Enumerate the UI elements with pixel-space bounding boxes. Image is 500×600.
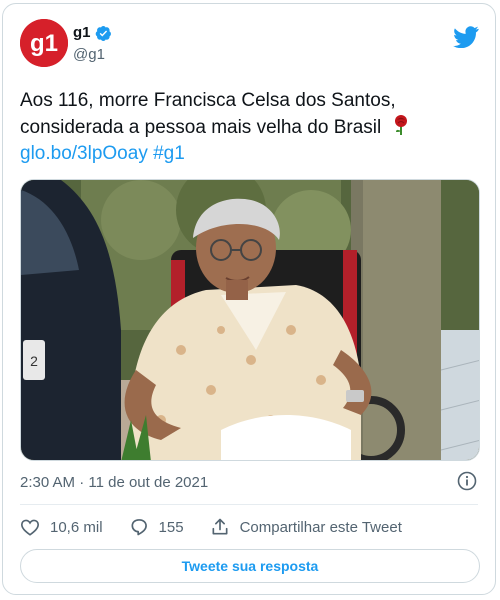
tweet-timestamp[interactable]: 2:30 AM · 11 de out de 2021 [20, 474, 208, 491]
reply-tweet-button[interactable]: Tweete sua resposta [20, 549, 480, 583]
verified-badge-icon [95, 25, 111, 41]
share-button[interactable]: Compartilhar este Tweet [210, 517, 402, 537]
photo-elderly-woman-in-wheelchair: 2 [21, 180, 479, 460]
tweet-text: Aos 116, morre Francisca Celsa dos Santo… [20, 88, 460, 167]
tweet-actions: 10,6 mil 155 Compartilhar este Tweet [20, 514, 428, 540]
author-handle[interactable]: @g1 [73, 46, 105, 63]
tweet-hashtag[interactable]: #g1 [153, 143, 185, 164]
tweet-text-line-2: considerada a pessoa mais velha do Brasi… [20, 117, 382, 138]
share-icon [212, 518, 228, 535]
g1-logo-icon: g1 [20, 19, 68, 67]
reply-action-button[interactable]: 155 [129, 517, 184, 537]
author-name-row[interactable]: g1 [73, 24, 112, 42]
divider [20, 504, 478, 505]
avatar[interactable]: g1 [20, 19, 68, 67]
like-button[interactable]: 10,6 mil [20, 518, 103, 536]
reply-bubble-icon [131, 519, 147, 536]
svg-text:2: 2 [30, 353, 38, 369]
tweet-link[interactable]: glo.bo/3lpOoay [20, 143, 148, 164]
heart-icon [20, 519, 40, 536]
rose-icon [394, 115, 407, 135]
like-count: 10,6 mil [50, 518, 103, 536]
share-label: Compartilhar este Tweet [239, 518, 402, 536]
twitter-bird-icon[interactable] [453, 26, 479, 48]
svg-text:g1: g1 [30, 30, 58, 57]
tweet-card[interactable]: g1 g1 @g1 Aos 116, morre Francisca Celsa… [2, 3, 496, 595]
reply-count: 155 [158, 518, 184, 536]
tweet-photo[interactable]: 2 [20, 179, 480, 461]
author-display-name[interactable]: g1 [73, 24, 91, 42]
info-icon[interactable] [457, 471, 477, 491]
tweet-text-line-1: Aos 116, morre Francisca Celsa dos Santo… [20, 90, 396, 111]
